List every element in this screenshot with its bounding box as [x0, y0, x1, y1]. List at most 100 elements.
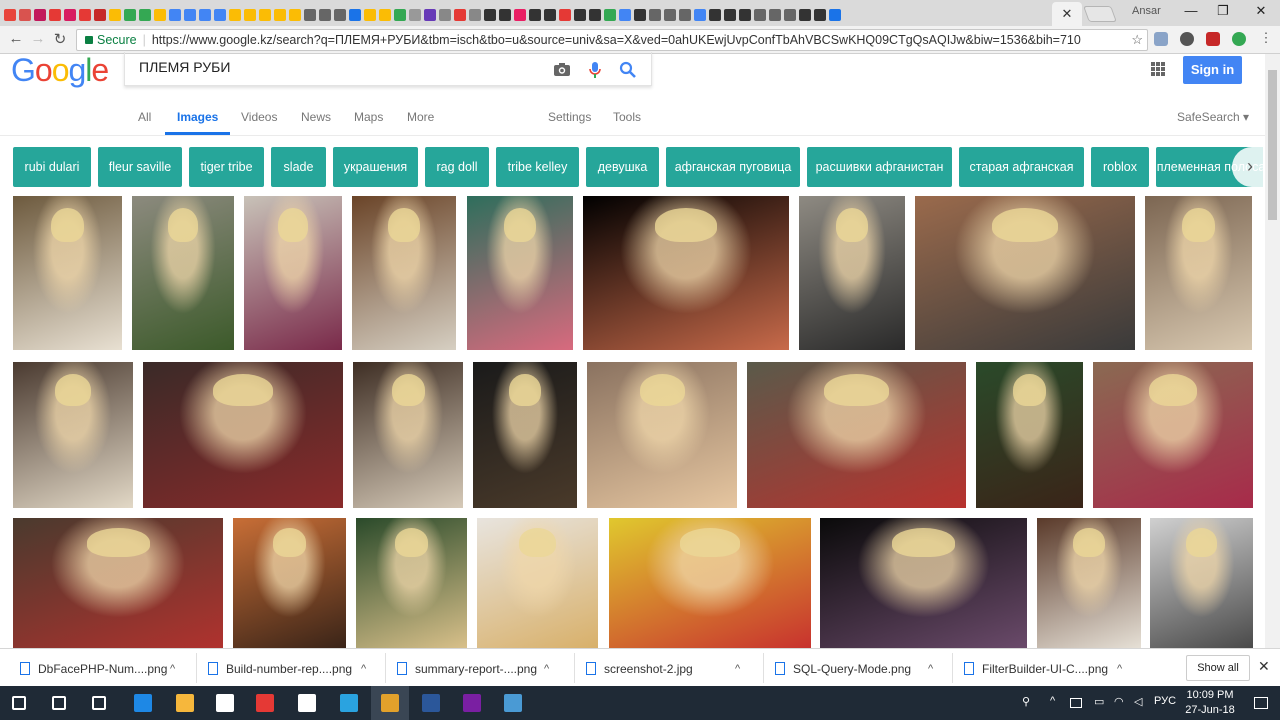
- google-logo[interactable]: Google: [11, 52, 109, 89]
- pinned-tab-favicon-icon[interactable]: [663, 9, 676, 21]
- input-language[interactable]: РУС: [1154, 695, 1176, 707]
- image-result-thumbnail[interactable]: [244, 196, 342, 350]
- image-result-thumbnail[interactable]: [132, 196, 234, 350]
- related-search-chip[interactable]: tiger tribe: [189, 147, 264, 187]
- system-clock[interactable]: 10:09 PM 27-Jun-18: [1180, 688, 1240, 718]
- pinned-tab-favicon-icon[interactable]: [783, 9, 796, 21]
- image-result-thumbnail[interactable]: [915, 196, 1135, 350]
- tray-app-icon[interactable]: [1070, 698, 1082, 708]
- tab-settings[interactable]: Settings: [548, 110, 591, 124]
- image-result-thumbnail[interactable]: [609, 518, 811, 648]
- image-result-thumbnail[interactable]: [1037, 518, 1141, 648]
- pinned-tab-favicon-icon[interactable]: [153, 9, 166, 21]
- edge-icon[interactable]: [134, 694, 152, 712]
- new-tab-button[interactable]: [1083, 6, 1117, 22]
- image-result-thumbnail[interactable]: [467, 196, 573, 350]
- image-result-thumbnail[interactable]: [473, 362, 577, 508]
- search-input[interactable]: ПЛЕМЯ РУБИ: [124, 52, 652, 86]
- image-result-thumbnail[interactable]: [587, 362, 737, 508]
- pinned-tab-favicon-icon[interactable]: [138, 9, 151, 21]
- pinned-tab-favicon-icon[interactable]: [273, 9, 286, 21]
- image-result-thumbnail[interactable]: [356, 518, 467, 648]
- search-icon[interactable]: [52, 696, 66, 710]
- pinned-tab-favicon-icon[interactable]: [78, 9, 91, 21]
- pinned-tab-favicon-icon[interactable]: [543, 9, 556, 21]
- image-result-thumbnail[interactable]: [233, 518, 346, 648]
- pinned-tab-favicon-icon[interactable]: [798, 9, 811, 21]
- pinned-tab-favicon-icon[interactable]: [303, 9, 316, 21]
- microphone-icon[interactable]: [585, 60, 605, 80]
- pinned-tab-favicon-icon[interactable]: [618, 9, 631, 21]
- related-search-chip[interactable]: rubi dulari: [13, 147, 91, 187]
- profile-name[interactable]: Ansar: [1132, 5, 1161, 17]
- pinned-tab-favicon-icon[interactable]: [63, 9, 76, 21]
- show-all-downloads-button[interactable]: Show all: [1186, 655, 1250, 681]
- pinned-tab-favicon-icon[interactable]: [423, 9, 436, 21]
- pinned-tab-favicon-icon[interactable]: [348, 9, 361, 21]
- minimize-button[interactable]: —: [1180, 3, 1202, 18]
- grammarly-icon[interactable]: [1232, 32, 1246, 46]
- store-icon[interactable]: [216, 694, 234, 712]
- pinned-tab-favicon-icon[interactable]: [123, 9, 136, 21]
- chrome-icon[interactable]: [381, 694, 399, 712]
- image-result-thumbnail[interactable]: [1093, 362, 1253, 508]
- related-search-chip[interactable]: афганская пуговица: [666, 147, 800, 187]
- pinned-tab-favicon-icon[interactable]: [648, 9, 661, 21]
- pinned-tab-favicon-icon[interactable]: [603, 9, 616, 21]
- pinned-tab-favicon-icon[interactable]: [438, 9, 451, 21]
- related-search-chip[interactable]: rag doll: [425, 147, 489, 187]
- download-item[interactable]: screenshot-2.jpg ^: [586, 659, 756, 679]
- reload-button[interactable]: ↻: [50, 30, 70, 48]
- pinned-tab-favicon-icon[interactable]: [468, 9, 481, 21]
- tab-tools[interactable]: Tools: [613, 110, 641, 124]
- active-tab[interactable]: ✕: [1052, 2, 1082, 26]
- related-search-chip[interactable]: украшения: [333, 147, 418, 187]
- image-result-thumbnail[interactable]: [747, 362, 966, 508]
- image-result-thumbnail[interactable]: [820, 518, 1027, 648]
- image-result-thumbnail[interactable]: [13, 518, 223, 648]
- gift-icon[interactable]: [256, 694, 274, 712]
- pinned-tab-favicon-icon[interactable]: [258, 9, 271, 21]
- mail-icon[interactable]: [298, 694, 316, 712]
- image-result-thumbnail[interactable]: [13, 362, 133, 508]
- download-options-chevron-icon[interactable]: ^: [1117, 659, 1122, 679]
- pinned-tab-favicon-icon[interactable]: [33, 9, 46, 21]
- tab-all[interactable]: All: [138, 110, 151, 124]
- pdf-extension-icon[interactable]: [1206, 32, 1220, 46]
- download-item[interactable]: DbFacePHP-Num....png ^: [20, 659, 190, 679]
- maximize-button[interactable]: ❐: [1212, 3, 1234, 19]
- pinned-tab-favicon-icon[interactable]: [288, 9, 301, 21]
- image-result-thumbnail[interactable]: [13, 196, 122, 350]
- download-options-chevron-icon[interactable]: ^: [735, 659, 740, 679]
- download-item[interactable]: Build-number-rep....png ^: [208, 659, 378, 679]
- pinned-tab-favicon-icon[interactable]: [243, 9, 256, 21]
- file-explorer-icon[interactable]: [176, 694, 194, 712]
- download-options-chevron-icon[interactable]: ^: [170, 659, 175, 679]
- tray-chevron-icon[interactable]: ^: [1050, 695, 1055, 707]
- pinned-tab-favicon-icon[interactable]: [363, 9, 376, 21]
- download-item[interactable]: summary-report-....png ^: [397, 659, 567, 679]
- pinned-tab-favicon-icon[interactable]: [3, 9, 16, 21]
- image-result-thumbnail[interactable]: [143, 362, 343, 508]
- pinned-tab-favicon-icon[interactable]: [213, 9, 226, 21]
- image-result-thumbnail[interactable]: [1145, 196, 1252, 350]
- task-view-icon[interactable]: [92, 696, 106, 710]
- pinned-tab-favicon-icon[interactable]: [528, 9, 541, 21]
- pinned-tab-favicon-icon[interactable]: [498, 9, 511, 21]
- pinned-tab-favicon-icon[interactable]: [453, 9, 466, 21]
- related-search-chip[interactable]: расшивки афганистан: [807, 147, 952, 187]
- related-search-chip[interactable]: roblox: [1091, 147, 1149, 187]
- pinned-tab-favicon-icon[interactable]: [168, 9, 181, 21]
- download-item[interactable]: FilterBuilder-UI-C....png ^: [964, 659, 1134, 679]
- people-icon[interactable]: ⚲: [1022, 695, 1030, 708]
- app-icon[interactable]: [504, 694, 522, 712]
- wifi-icon[interactable]: ◠: [1114, 695, 1124, 708]
- pinned-tab-favicon-icon[interactable]: [378, 9, 391, 21]
- pinned-tab-favicon-icon[interactable]: [558, 9, 571, 21]
- bookmark-star-icon[interactable]: ☆: [1131, 30, 1143, 50]
- pinned-tab-favicon-icon[interactable]: [768, 9, 781, 21]
- pinned-tab-favicon-icon[interactable]: [708, 9, 721, 21]
- pinned-tab-favicon-icon[interactable]: [723, 9, 736, 21]
- tab-images[interactable]: Images: [164, 110, 231, 135]
- url-text[interactable]: https://www.google.kz/search?q=ПЛЕМЯ+РУБ…: [152, 33, 1081, 47]
